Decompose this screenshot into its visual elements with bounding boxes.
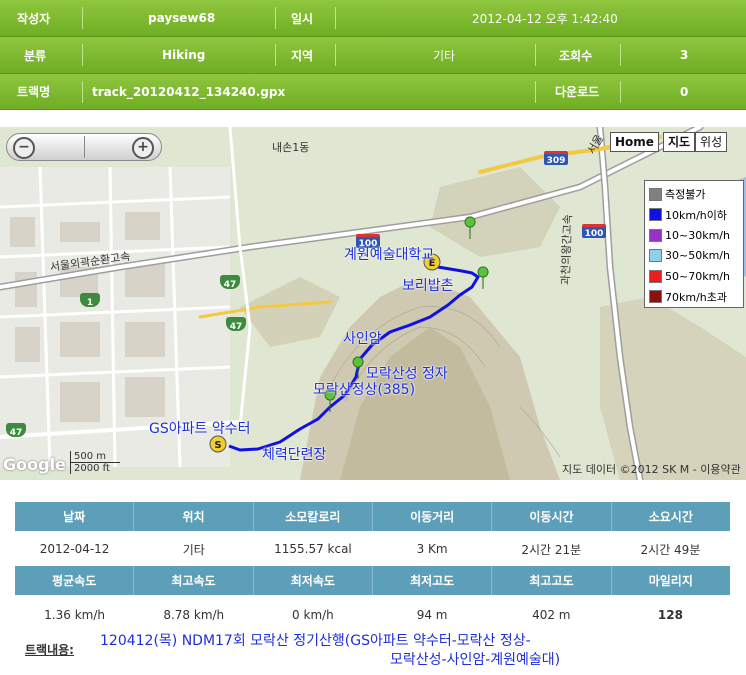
legend-item: 50~70km/h	[649, 266, 739, 287]
speed-legend: 측정불가 10km/h이하 10~30km/h 30~50km/h 50~70k…	[644, 180, 744, 308]
map-view[interactable]: S E 309 100 100 1 47 47 47 내손1동 서울외곽순환고속…	[0, 127, 746, 480]
legend-item: 30~50km/h	[649, 246, 739, 267]
stat-value: 2시간 49분	[640, 542, 701, 557]
road-label-gwacheon: 과천의왕간고속	[559, 213, 575, 286]
legend-swatch	[649, 208, 662, 222]
stat-header: 최고속도	[133, 566, 252, 595]
views-value: 3	[680, 48, 689, 62]
stat-header: 마일리지	[610, 566, 730, 595]
track-description-label: 트랙내용:	[25, 643, 74, 657]
track-description: 트랙내용: 120412(목) NDM17회 모락산 정기산행(GS아파트 약수…	[0, 630, 746, 675]
route-shield: 47	[220, 275, 240, 290]
place-label-gyewon: 계원예술대학교	[344, 247, 435, 263]
views-label: 조회수	[559, 48, 593, 63]
stat-header: 평균속도	[52, 574, 97, 588]
home-button[interactable]: Home	[610, 132, 659, 152]
legend-swatch	[649, 290, 662, 304]
stats-header-2: 평균속도 최고속도 최저속도 최저고도 최고고도 마일리지	[15, 566, 730, 595]
category-value: Hiking	[162, 48, 206, 62]
legend-item: 측정불가	[649, 184, 739, 205]
zoom-out-icon[interactable]: −	[13, 137, 35, 159]
stat-value: 8.78 km/h	[163, 608, 225, 622]
stats-header-1: 날짜 위치 소모칼로리 이동거리 이동시간 소요시간	[15, 502, 730, 531]
track-description-line1: 120412(목) NDM17회 모락산 정기산행(GS아파트 약수터-모락산 …	[100, 633, 531, 649]
stat-header: 소모칼로리	[252, 502, 372, 531]
stat-header: 날짜	[63, 510, 86, 524]
legend-item: 10~30km/h	[649, 225, 739, 246]
author-label: 작성자	[17, 11, 51, 26]
track-description-line2: 모락산성-사인암-계원예술대)	[390, 652, 561, 668]
legend-swatch	[649, 228, 662, 242]
stat-header: 이동거리	[371, 502, 491, 531]
route-shield: 100	[582, 224, 606, 239]
downloads-label: 다운로드	[555, 85, 600, 99]
category-label: 분류	[24, 48, 47, 63]
stat-value: 2012-04-12	[39, 542, 110, 556]
downloads-value: 0	[680, 84, 689, 99]
map-view-button[interactable]: 지도	[662, 132, 696, 152]
stats-values-1: 2012-04-12 기타 1155.57 kcal 3 Km 2시간 21분 …	[15, 534, 730, 564]
google-logo: Google	[3, 455, 66, 474]
route-shield: 1	[80, 293, 100, 308]
date-label: 일시	[291, 11, 314, 26]
stat-header: 최저속도	[252, 566, 372, 595]
place-label-peak: 모락산정상(385)	[313, 382, 416, 398]
zoom-control: − +	[6, 133, 162, 161]
stat-value: 1.36 km/h	[44, 608, 105, 622]
info-row-track: 트랙명 track_20120412_134240.gpx 다운로드 0	[0, 74, 746, 110]
place-label-gym: 체력단련장	[262, 447, 327, 463]
stat-header: 최저고도	[371, 566, 491, 595]
stat-header: 최고고도	[491, 566, 610, 595]
map-scale: 500 m 2000 ft	[70, 451, 120, 474]
place-label-gs: GS아파트 약수터	[149, 421, 251, 437]
region-label: 지역	[291, 48, 314, 63]
stats-values-2: 1.36 km/h 8.78 km/h 0 km/h 94 m 402 m 12…	[15, 600, 730, 630]
stat-header: 이동시간	[491, 502, 610, 531]
stat-header: 소요시간	[610, 502, 730, 531]
track-label: 트랙명	[17, 85, 51, 99]
legend-item: 70km/h초과	[649, 287, 739, 308]
stat-value: 94 m	[416, 608, 448, 622]
legend-swatch	[649, 187, 662, 201]
track-file-link[interactable]: track_20120412_134240.gpx	[92, 74, 285, 109]
region-value: 기타	[433, 48, 456, 63]
map-type-controls: Home 지도 위성	[610, 132, 728, 152]
stat-value: 3 Km	[416, 542, 448, 556]
author-value: paysew68	[148, 11, 216, 25]
zoom-in-icon[interactable]: +	[132, 137, 154, 159]
legend-swatch	[649, 269, 662, 283]
stat-value-mileage: 128	[657, 608, 683, 622]
info-row-author: 작성자 paysew68 일시 2012-04-12 오후 1:42:40	[0, 0, 746, 37]
stat-value: 기타	[182, 542, 205, 557]
route-shield: 309	[544, 151, 568, 166]
route-shield: 47	[226, 317, 246, 332]
place-label-sainam: 사인암	[343, 331, 382, 347]
stat-header: 위치	[133, 502, 252, 531]
route-shield: 47	[6, 423, 26, 438]
svg-text:S: S	[214, 440, 221, 451]
stat-value: 2시간 21분	[521, 542, 582, 557]
legend-swatch	[649, 249, 662, 263]
info-row-category: 분류 Hiking 지역 기타 조회수 3	[0, 37, 746, 74]
stat-value: 402 m	[532, 608, 571, 622]
stat-value: 1155.57 kcal	[274, 542, 352, 556]
map-terrain: S E	[0, 127, 746, 480]
place-label-bori: 보리밥촌	[402, 278, 454, 294]
stat-value: 0 km/h	[292, 608, 334, 622]
map-copyright[interactable]: 지도 데이터 ©2012 SK M - 이용약관	[562, 461, 741, 477]
legend-item: 10km/h이하	[649, 205, 739, 226]
road-label-naeson: 내손1동	[272, 141, 310, 154]
satellite-view-button[interactable]: 위성	[695, 132, 728, 152]
date-value: 2012-04-12 오후 1:42:40	[472, 11, 618, 26]
